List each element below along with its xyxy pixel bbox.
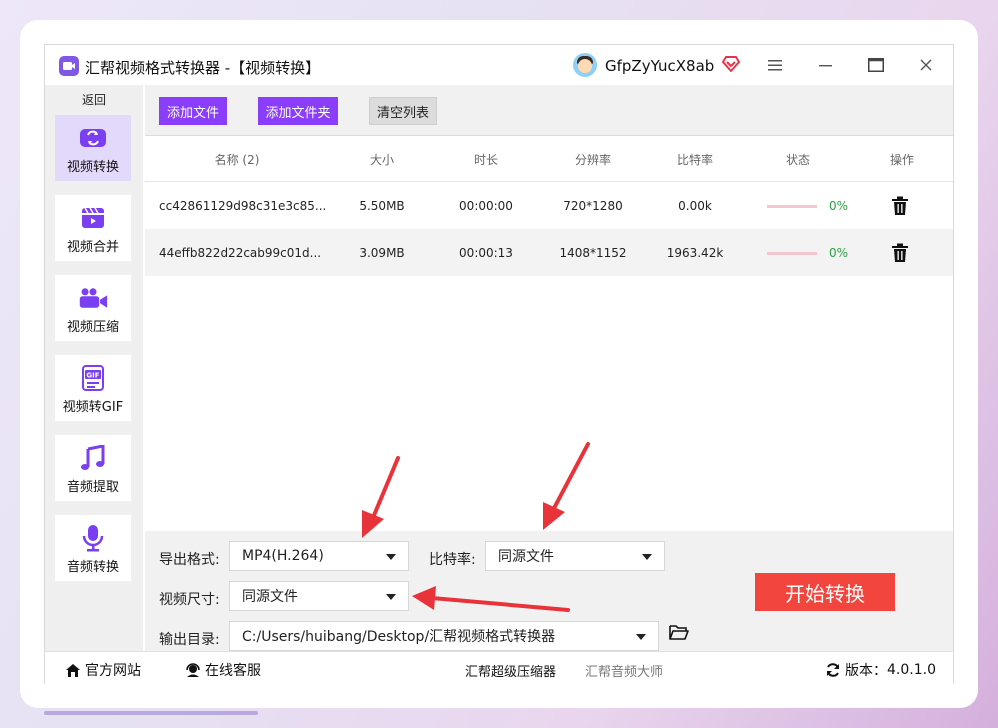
file-resolution: 1408*1152 (559, 246, 627, 260)
sidebar-item-video-convert[interactable]: 视频转换 (55, 115, 131, 181)
chevron-down-icon (386, 554, 396, 560)
table-row[interactable]: 44effb822d22cab99c01d... 3.09MB 00:00:13… (145, 229, 953, 276)
progress-bar (767, 252, 817, 255)
file-bitrate: 1963.42k (666, 246, 724, 260)
close-icon[interactable] (912, 53, 940, 77)
output-dir-select[interactable]: C:/Users/huibang/Desktop/汇帮视频格式转换器 (229, 621, 659, 651)
scroll-indicator (44, 711, 258, 715)
video-compress-icon (78, 285, 108, 311)
video-size-label: 视频尺寸: (159, 592, 220, 608)
file-resolution: 720*1280 (563, 199, 623, 213)
super-compressor-link[interactable]: 汇帮超级压缩器 (465, 661, 556, 680)
gif-icon: GIF (78, 365, 108, 391)
vip-diamond-icon[interactable] (721, 54, 741, 74)
sidebar-item-audio-convert[interactable]: 音频转换 (55, 515, 131, 581)
file-name: cc42861129d98c31e3c85... (159, 199, 327, 213)
back-button[interactable]: 返回 (45, 91, 143, 108)
maximize-icon[interactable] (862, 53, 890, 77)
add-folder-button[interactable]: 添加文件夹 (258, 97, 338, 125)
folder-open-icon[interactable] (669, 623, 689, 641)
sidebar: 返回 视频转换 视频合并 视频压缩 GIF 视频转GIF 音频提取 音频转换 (45, 85, 143, 651)
progress-bar (767, 205, 817, 208)
column-header-actions: 操作 (889, 153, 914, 167)
svg-text:GIF: GIF (86, 372, 99, 380)
username[interactable]: GfpZyYucX8ab (605, 57, 714, 75)
sidebar-item-video-compress[interactable]: 视频压缩 (55, 275, 131, 341)
sidebar-item-label: 音频转换 (66, 560, 119, 575)
table-row[interactable]: cc42861129d98c31e3c85... 5.50MB 00:00:00… (145, 182, 953, 229)
column-header-name[interactable]: 名称 (2) (197, 151, 277, 168)
sidebar-item-video-gif[interactable]: GIF 视频转GIF (55, 355, 131, 421)
video-size-select[interactable]: 同源文件 (229, 581, 409, 611)
table-header: 名称 (2) 大小 时长 分辨率 比特率 状态 操作 (145, 135, 953, 182)
progress-percent: 0% (829, 246, 849, 260)
version-info[interactable]: 版本： 4.0.1.0 (825, 660, 936, 680)
sidebar-item-label: 视频合并 (66, 240, 119, 255)
refresh-icon (827, 663, 839, 677)
file-name: 44effb822d22cab99c01d... (159, 246, 322, 260)
chevron-down-icon (642, 554, 652, 560)
file-bitrate: 0.00k (678, 199, 712, 213)
audio-master-link[interactable]: 汇帮音频大师 (585, 661, 663, 680)
toolbar: 添加文件 添加文件夹 清空列表 (145, 85, 953, 136)
file-size: 3.09MB (359, 246, 405, 260)
format-label: 导出格式: (159, 552, 220, 568)
headset-icon (186, 663, 200, 677)
user-avatar[interactable] (573, 53, 597, 77)
sidebar-item-label: 视频转换 (66, 160, 119, 175)
trash-icon[interactable] (891, 196, 909, 216)
sidebar-item-audio-extract[interactable]: 音频提取 (55, 435, 131, 501)
video-convert-icon (78, 125, 108, 151)
window-title: 汇帮视频格式转换器 -【视频转换】 (85, 59, 321, 77)
video-merge-icon (78, 205, 108, 231)
main-panel: 添加文件 添加文件夹 清空列表 名称 (2) 大小 时长 分辨率 比特率 状态 … (145, 85, 953, 651)
sidebar-item-label: 视频转GIF (62, 400, 124, 415)
title-bar: 汇帮视频格式转换器 -【视频转换】 GfpZyYucX8ab (45, 45, 953, 85)
file-duration: 00:00:00 (459, 199, 513, 213)
format-select[interactable]: MP4(H.264) (229, 541, 409, 571)
online-support-link[interactable]: 在线客服 (185, 660, 261, 680)
start-convert-button[interactable]: 开始转换 (755, 573, 895, 611)
app-window: 汇帮视频格式转换器 -【视频转换】 GfpZyYucX8ab 返回 视频转换 视… (44, 44, 954, 684)
output-settings: 导出格式: MP4(H.264) 比特率: 同源文件 视频尺寸: 同源文件 开始… (145, 531, 953, 651)
hamburger-menu-icon[interactable] (761, 53, 789, 77)
official-website-link[interactable]: 官方网站 (65, 660, 141, 680)
progress-percent: 0% (829, 199, 849, 213)
minimize-icon[interactable] (812, 53, 840, 77)
file-duration: 00:00:13 (459, 246, 513, 260)
bitrate-label: 比特率: (429, 552, 476, 568)
column-header-resolution[interactable]: 分辨率 (563, 151, 623, 168)
home-icon (66, 663, 80, 677)
add-file-button[interactable]: 添加文件 (159, 97, 227, 125)
column-header-status: 状态 (785, 153, 810, 167)
chevron-down-icon (386, 594, 396, 600)
column-header-duration[interactable]: 时长 (461, 151, 511, 168)
clear-list-button[interactable]: 清空列表 (369, 97, 437, 125)
chevron-down-icon (636, 634, 646, 640)
music-note-icon (78, 445, 108, 471)
output-dir-label: 输出目录: (159, 632, 220, 648)
sidebar-item-video-merge[interactable]: 视频合并 (55, 195, 131, 261)
bitrate-select[interactable]: 同源文件 (485, 541, 665, 571)
video-app-logo-icon (59, 56, 79, 76)
trash-icon[interactable] (891, 243, 909, 263)
column-header-size[interactable]: 大小 (357, 151, 407, 168)
microphone-icon (78, 525, 108, 552)
sidebar-item-label: 视频压缩 (66, 320, 119, 335)
file-size: 5.50MB (359, 199, 405, 213)
sidebar-item-label: 音频提取 (66, 480, 119, 495)
footer: 官方网站 在线客服 汇帮超级压缩器 汇帮音频大师 版本： 4.0.1.0 (45, 651, 953, 684)
column-header-bitrate[interactable]: 比特率 (665, 151, 725, 168)
